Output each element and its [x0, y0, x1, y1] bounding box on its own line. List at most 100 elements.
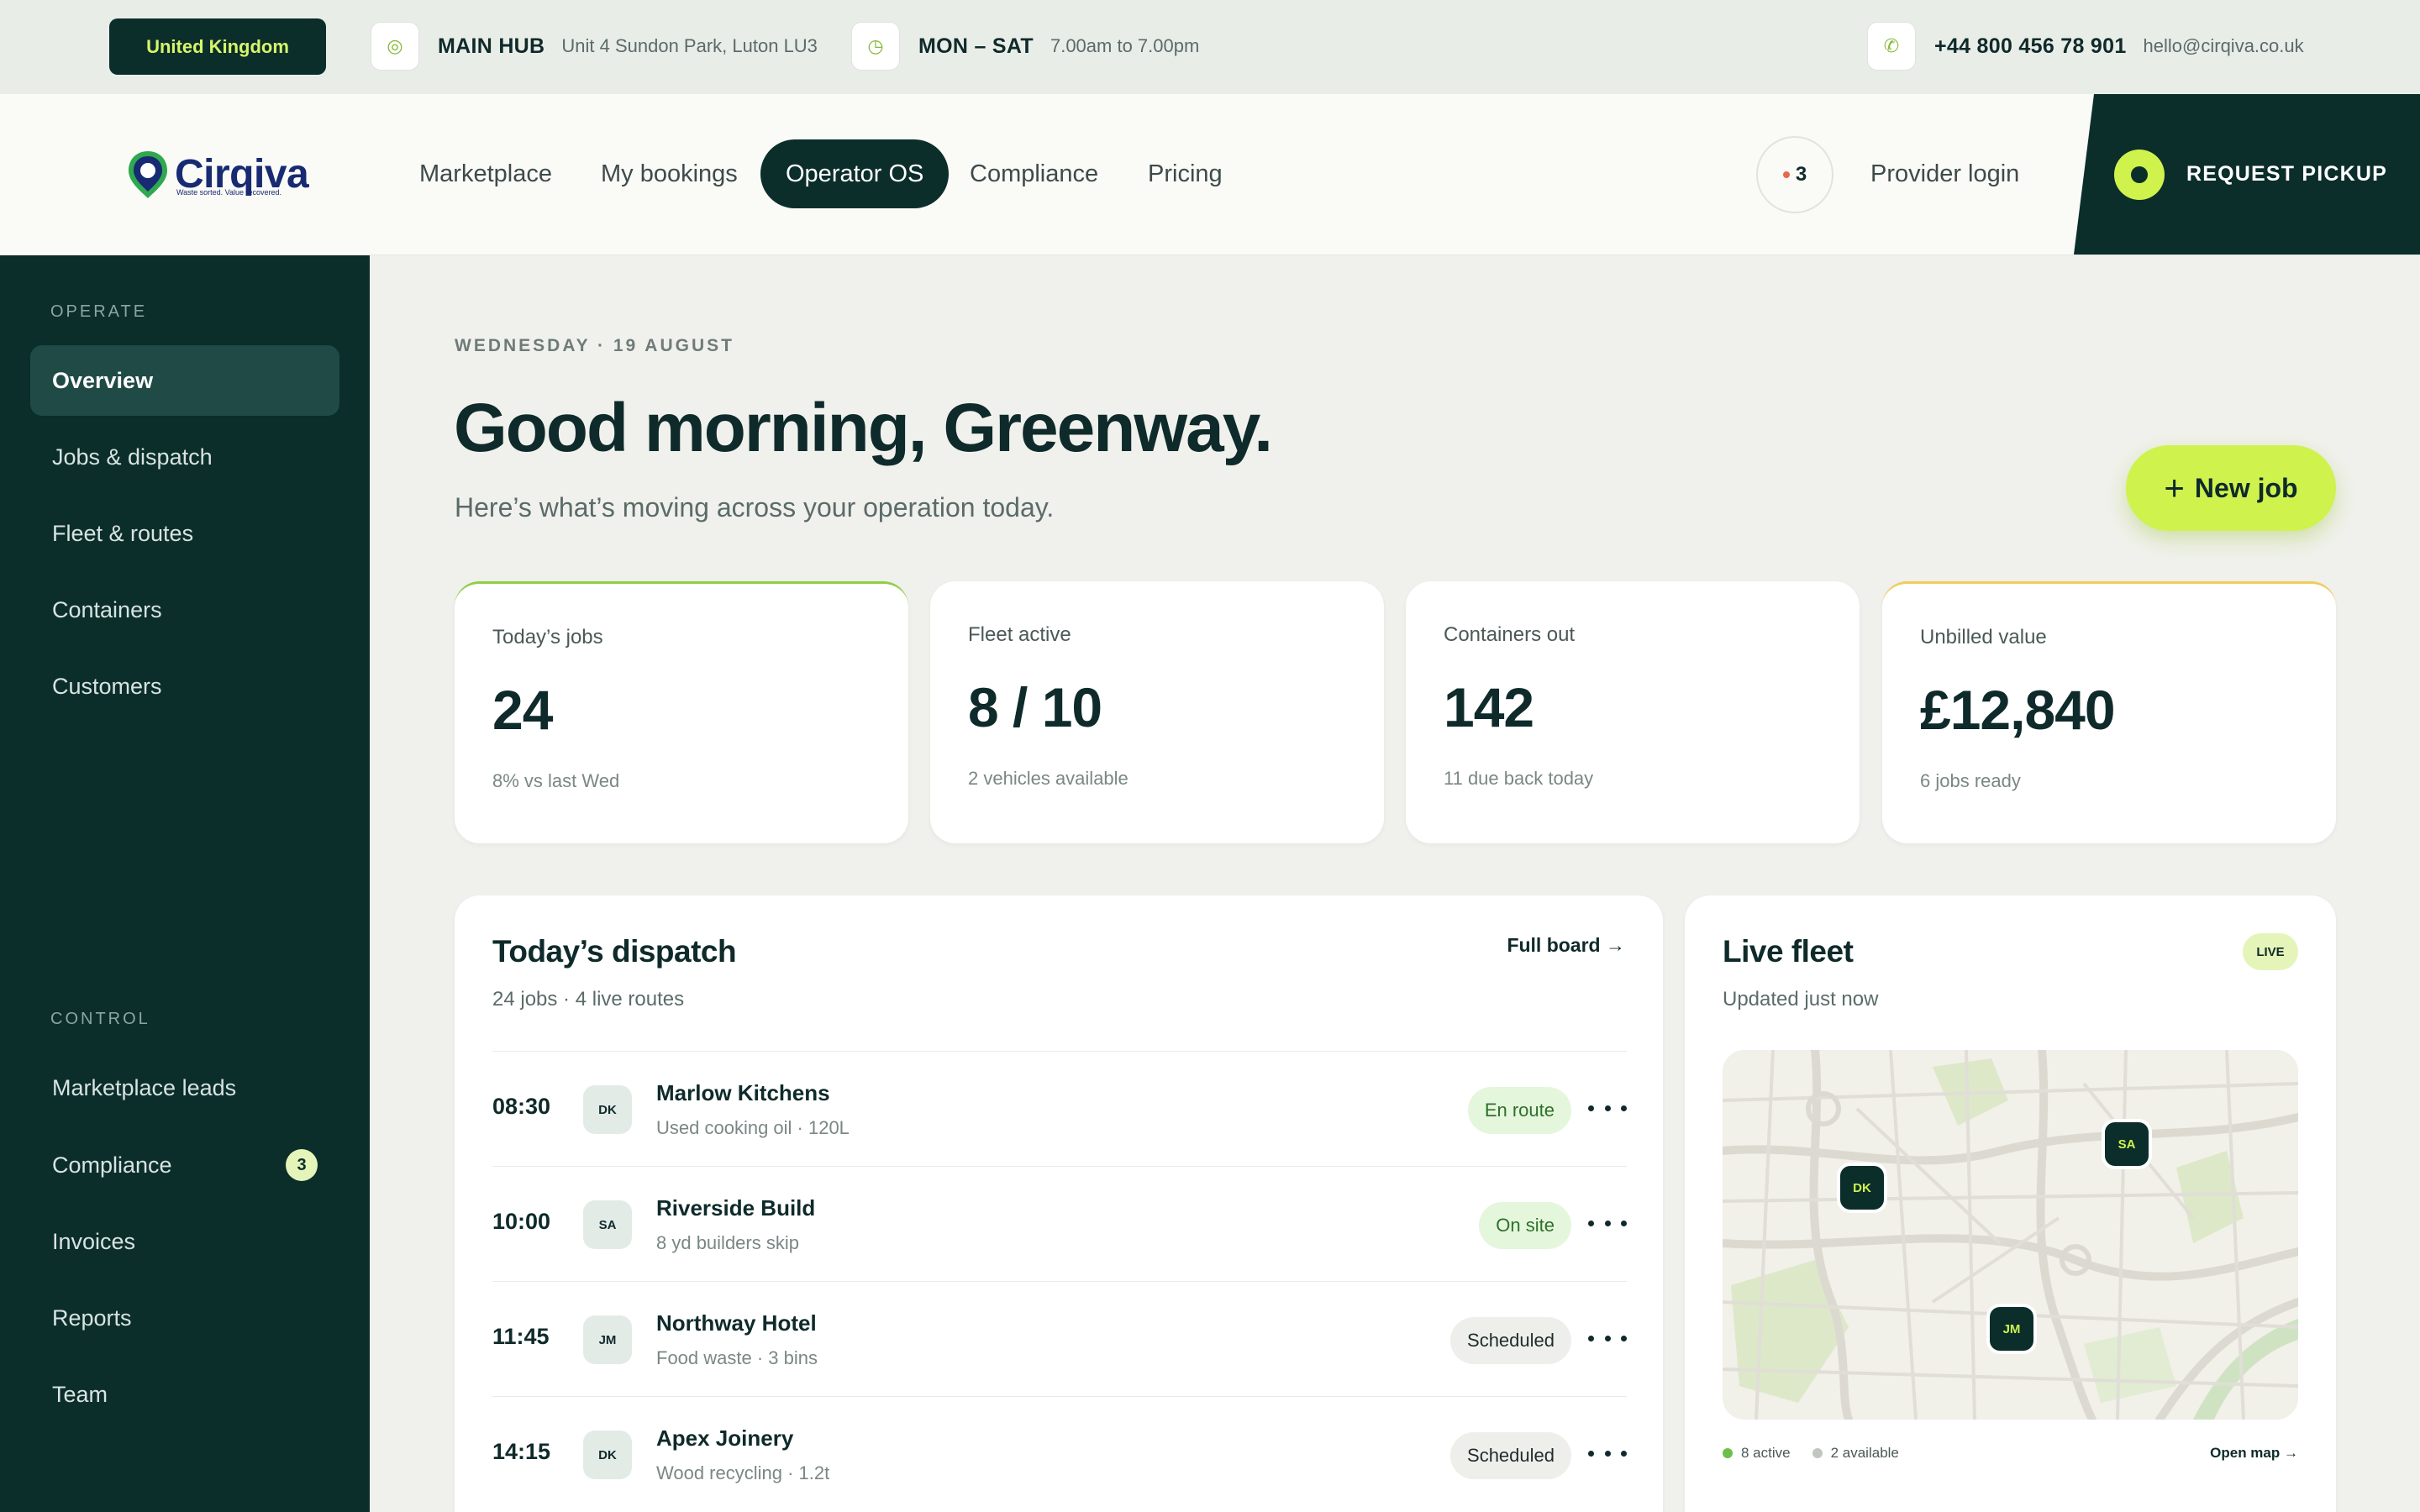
stat-value: 24 [492, 679, 553, 741]
sidebar-item-marketplace-leads[interactable]: Marketplace leads [30, 1053, 339, 1123]
job-detail: Used cooking oil · 120L [656, 1117, 850, 1138]
more-options-icon[interactable] [1588, 1326, 1627, 1351]
clock-icon: ◷ [851, 22, 900, 71]
stat-card-fleet-active[interactable]: Fleet active 8 / 10 2 vehicles available [930, 581, 1384, 843]
job-customer: Marlow Kitchens [656, 1080, 830, 1105]
hub-address: Unit 4 Sundon Park, Luton LU3 [561, 35, 818, 56]
fleet-legend: 8 active 2 available [1723, 1445, 1899, 1462]
sidebar-section-control: CONTROL [50, 1010, 150, 1028]
location-pin-logo-icon [129, 151, 167, 198]
email-link[interactable]: hello@cirqiva.co.uk [2144, 35, 2304, 57]
table-row[interactable]: 08:30 DK Marlow Kitchens Used cooking oi… [492, 1051, 1627, 1166]
dispatch-title: Today’s dispatch [492, 934, 737, 969]
job-customer: Northway Hotel [656, 1310, 817, 1336]
main-hub-info: ◎ MAIN HUB Unit 4 Sundon Park, Luton LU3 [371, 20, 818, 72]
nav-pricing[interactable]: Pricing [1123, 139, 1248, 208]
new-job-label: New job [2194, 472, 2298, 503]
sidebar-item-containers[interactable]: Containers [30, 575, 339, 645]
job-detail: Food waste · 3 bins [656, 1347, 818, 1368]
contact-info: ✆ +44 800 456 78 901 hello@cirqiva.co.uk [1867, 20, 2304, 72]
job-time: 11:45 [492, 1324, 550, 1349]
sidebar-item-jobs-dispatch[interactable]: Jobs & dispatch [30, 422, 339, 492]
region-selector[interactable]: United Kingdom [109, 18, 326, 75]
job-time: 14:15 [492, 1439, 551, 1464]
more-options-icon[interactable] [1588, 1095, 1627, 1121]
top-info-bar: United Kingdom ◎ MAIN HUB Unit 4 Sundon … [0, 0, 2420, 94]
stat-value: 142 [1444, 676, 1534, 738]
nav-my-bookings[interactable]: My bookings [576, 139, 763, 208]
stat-value: £12,840 [1920, 679, 2116, 741]
fleet-active-count: 8 active [1741, 1445, 1791, 1461]
vehicle-pin-jm[interactable]: JM [1990, 1307, 2033, 1351]
sidebar-item-fleet-routes[interactable]: Fleet & routes [30, 498, 339, 569]
open-map-link[interactable]: Open map → [2210, 1445, 2298, 1462]
vehicle-pin-dk[interactable]: DK [1840, 1166, 1884, 1210]
active-dot-icon [1723, 1448, 1733, 1458]
nav-operator-os[interactable]: Operator OS [760, 139, 950, 208]
new-job-button[interactable]: + New job [2126, 445, 2336, 531]
stat-label: Unbilled value [1920, 626, 2047, 648]
stat-foot: 2 vehicles available [968, 768, 1128, 789]
sidebar-item-customers[interactable]: Customers [30, 651, 339, 722]
vehicle-pin-sa[interactable]: SA [2105, 1122, 2149, 1166]
current-date: WEDNESDAY · 19 AUGUST [455, 336, 734, 355]
notification-dot-icon [1782, 171, 1790, 178]
notifications-button[interactable]: 3 [1756, 136, 1833, 213]
live-fleet-title: Live fleet [1723, 934, 1854, 969]
hours-value: 7.00am to 7.00pm [1050, 35, 1200, 56]
stat-label: Today’s jobs [492, 626, 603, 648]
status-badge: Scheduled [1450, 1317, 1571, 1364]
available-dot-icon [1812, 1448, 1823, 1458]
street-map-graphic [1723, 1050, 2298, 1420]
sidebar-item-team[interactable]: Team [30, 1359, 339, 1430]
stat-label: Containers out [1444, 623, 1576, 646]
provider-login-link[interactable]: Provider login [1870, 153, 2019, 195]
job-detail: Wood recycling · 1.2t [656, 1462, 830, 1483]
more-options-icon[interactable] [1588, 1210, 1627, 1236]
table-row[interactable]: 14:15 DK Apex Joinery Wood recycling · 1… [492, 1396, 1627, 1511]
plus-icon: + [2164, 468, 2185, 507]
nav-compliance[interactable]: Compliance [944, 139, 1123, 208]
page-subtitle: Here’s what’s moving across your operati… [455, 492, 1055, 522]
job-customer: Apex Joinery [656, 1425, 794, 1451]
sidebar-item-overview[interactable]: Overview [30, 345, 339, 416]
driver-avatar: SA [583, 1200, 632, 1249]
stat-value: 8 / 10 [968, 676, 1102, 738]
stat-foot: 6 jobs ready [1920, 770, 2021, 791]
hours-label: MON – SAT [918, 34, 1034, 58]
job-customer: Riverside Build [656, 1195, 816, 1221]
live-fleet-panel: Live fleet Updated just now LIVE DK SA J… [1685, 895, 2336, 1512]
driver-avatar: DK [583, 1085, 632, 1134]
live-badge: LIVE [2243, 933, 2298, 970]
fleet-available-count: 2 available [1830, 1445, 1899, 1461]
sidebar-item-invoices[interactable]: Invoices [30, 1206, 339, 1277]
nav-marketplace[interactable]: Marketplace [394, 139, 577, 208]
more-options-icon[interactable] [1588, 1441, 1627, 1466]
stat-label: Fleet active [968, 623, 1071, 646]
job-time: 10:00 [492, 1209, 551, 1234]
hub-label: MAIN HUB [438, 34, 545, 58]
stat-foot: 8% vs last Wed [492, 770, 620, 791]
location-target-icon: ◎ [371, 22, 419, 71]
live-fleet-subtitle: Updated just now [1723, 988, 1879, 1011]
sidebar-item-reports[interactable]: Reports [30, 1283, 339, 1353]
brand-logo[interactable]: Cirqiva Waste sorted. Value recovered. [126, 150, 309, 200]
full-board-link[interactable]: Full board → [1507, 934, 1625, 957]
stat-card-containers-out[interactable]: Containers out 142 11 due back today [1406, 581, 1860, 843]
notification-count: 3 [1795, 163, 1807, 186]
table-row[interactable]: 10:00 SA Riverside Build 8 yd builders s… [492, 1166, 1627, 1281]
stat-card-unbilled-value[interactable]: Unbilled value £12,840 6 jobs ready [1882, 581, 2336, 843]
phone-link[interactable]: +44 800 456 78 901 [1934, 34, 2127, 59]
status-badge: En route [1467, 1087, 1571, 1134]
driver-avatar: JM [583, 1315, 632, 1364]
record-dot-icon [2114, 149, 2165, 200]
compliance-count-badge: 3 [286, 1149, 318, 1181]
stat-card-todays-jobs[interactable]: Today’s jobs 24 8% vs last Wed [455, 581, 908, 843]
request-pickup-button[interactable]: REQUEST PICKUP [2074, 94, 2420, 255]
table-row[interactable]: 11:45 JM Northway Hotel Food waste · 3 b… [492, 1281, 1627, 1396]
fleet-map[interactable]: DK SA JM [1723, 1050, 2298, 1420]
dispatch-subtitle: 24 jobs · 4 live routes [492, 988, 685, 1011]
request-pickup-label: REQUEST PICKUP [2186, 162, 2388, 186]
job-time: 08:30 [492, 1094, 551, 1119]
driver-avatar: DK [583, 1431, 632, 1479]
